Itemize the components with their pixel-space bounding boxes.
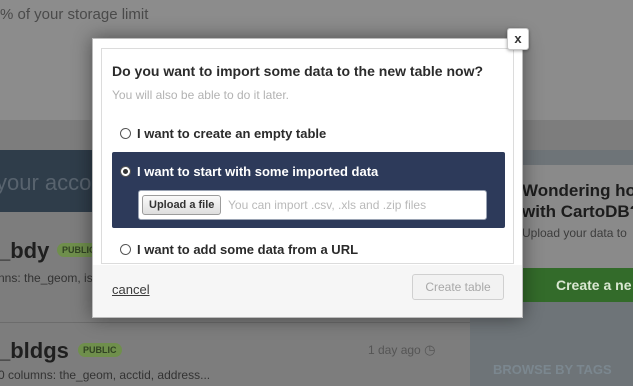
browse-tags-heading: BROWSE BY TAGS: [493, 362, 612, 377]
table-columns: 0 columns: the_geom, acctid, address...: [0, 368, 211, 382]
dialog-subtitle: You will also be able to do it later.: [112, 88, 290, 102]
option-imported-data[interactable]: I want to start with some imported data …: [112, 152, 505, 228]
clock-icon: ◷: [424, 342, 436, 357]
radio-icon[interactable]: [120, 244, 131, 255]
option-label: I want to add some data from a URL: [137, 242, 359, 257]
timestamp-text: 1 day ago: [368, 343, 421, 357]
table-name: _bdy: [0, 238, 50, 263]
option-empty-table[interactable]: I want to create an empty table: [112, 126, 505, 146]
cancel-link[interactable]: cancel: [112, 282, 150, 297]
upload-file-button[interactable]: Upload a file: [142, 195, 222, 215]
option-data-from-url[interactable]: I want to add some data from a URL: [112, 242, 505, 262]
upload-field[interactable]: Upload a file You can import .csv, .xls …: [138, 190, 487, 220]
dialog-content: Do you want to import some data to the n…: [101, 48, 514, 264]
dialog-title: Do you want to import some data to the n…: [112, 63, 484, 79]
sidebar-heading: Wondering ho with CartoDB?: [522, 181, 633, 221]
sidebar-upload-text: Upload your data to: [522, 226, 627, 240]
upload-hint: You can import .csv, .xls and .zip files: [228, 198, 427, 212]
table-name: _bldgs: [0, 338, 69, 363]
status-badge: PUBLIC: [78, 343, 122, 357]
create-table-button[interactable]: Create table: [412, 274, 504, 300]
option-label: I want to start with some imported data: [137, 164, 379, 179]
radio-icon[interactable]: [120, 128, 131, 139]
account-banner-text: your acco: [0, 170, 92, 195]
option-label: I want to create an empty table: [137, 126, 327, 141]
sidebar-create-button: Create a ne: [520, 268, 633, 302]
storage-usage-text: % of your storage limit: [0, 6, 149, 23]
import-dialog: Do you want to import some data to the n…: [92, 38, 523, 318]
table-timestamp: 1 day ago ◷: [368, 342, 435, 358]
radio-icon[interactable]: [120, 166, 131, 177]
close-icon[interactable]: x: [507, 28, 529, 50]
divider: [0, 322, 470, 323]
